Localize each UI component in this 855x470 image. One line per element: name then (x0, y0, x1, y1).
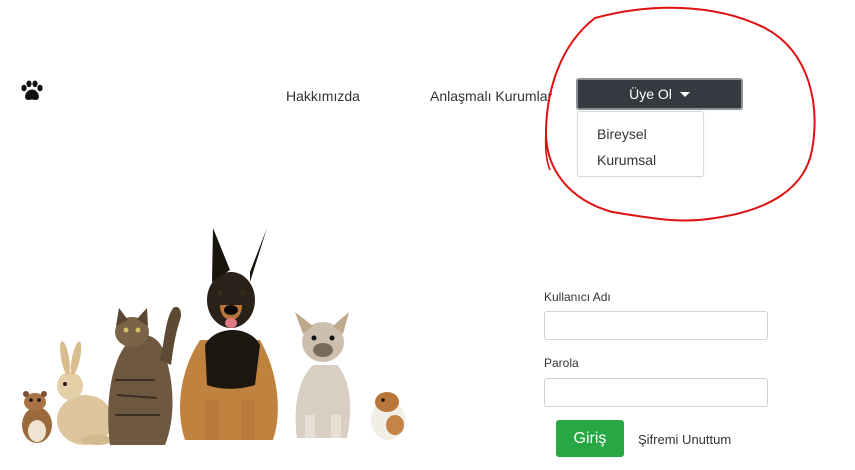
paw-icon[interactable] (20, 80, 44, 102)
forgot-password-link[interactable]: Şifremi Unuttum (638, 432, 731, 447)
caret-down-icon (679, 91, 690, 97)
menu-item-corporate[interactable]: Kurumsal (597, 152, 656, 168)
nav-link-about[interactable]: Hakkımızda (286, 88, 360, 104)
signup-dropdown-menu: Bireysel Kurumsal (577, 111, 704, 177)
rabbit-image (57, 341, 113, 445)
hamster-image (22, 391, 52, 443)
nav-link-partners[interactable]: Anlaşmalı Kurumlar (430, 88, 552, 104)
login-button[interactable]: Giriş (556, 420, 624, 457)
dog-french-bulldog-image (295, 312, 351, 438)
password-input[interactable] (544, 378, 768, 407)
guinea-pig-image (371, 392, 405, 440)
dog-german-shepherd-image (180, 228, 278, 440)
password-label: Parola (544, 356, 579, 370)
signup-dropdown-button[interactable]: Üye Ol (576, 78, 743, 110)
cat-image (108, 306, 182, 445)
pets-illustration (22, 228, 405, 445)
signup-label: Üye Ol (629, 86, 672, 102)
menu-item-individual[interactable]: Bireysel (597, 126, 647, 142)
username-input[interactable] (544, 311, 768, 340)
username-label: Kullanıcı Adı (544, 290, 611, 304)
